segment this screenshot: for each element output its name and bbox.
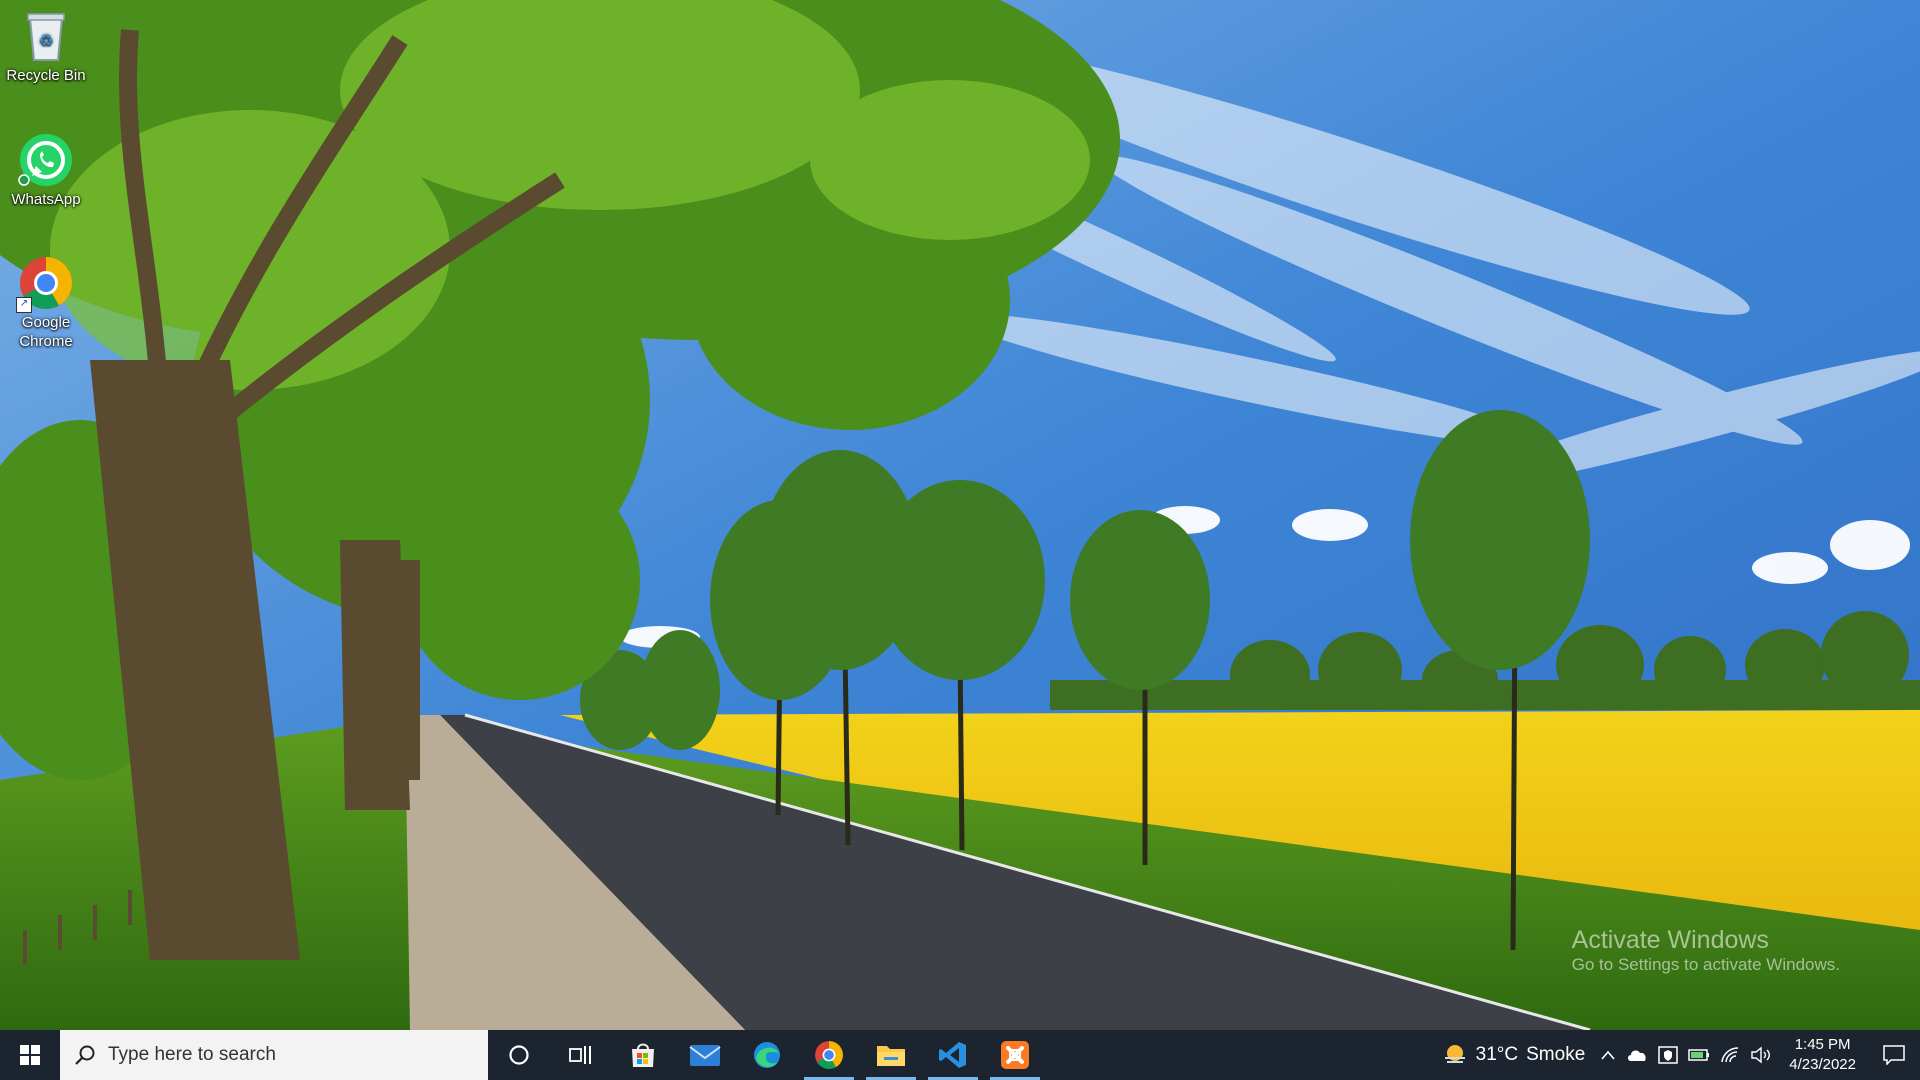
clock-date: 4/23/2022	[1789, 1056, 1856, 1073]
desktop-icon-recycle-bin[interactable]: ♻ Recycle Bin	[4, 8, 88, 85]
weather-widget[interactable]: 31°C Smoke	[1432, 1042, 1596, 1068]
desktop-icon-label: Recycle Bin	[6, 67, 86, 84]
watermark-title: Activate Windows	[1571, 926, 1769, 954]
desktop-wallpaper	[0, 0, 1920, 1030]
activate-windows-watermark: Activate Windows Go to Settings to activ…	[1572, 925, 1840, 975]
task-view-icon	[569, 1046, 591, 1064]
weather-temperature: 31°C	[1475, 1044, 1519, 1065]
taskbar: Type here to search 31°C Smoke 1:45 PM 4…	[0, 1030, 1920, 1080]
store-icon	[632, 1043, 654, 1067]
clock[interactable]: 1:45 PM 4/23/2022	[1777, 1035, 1868, 1075]
recycle-bin-icon: ♻	[18, 8, 74, 64]
network-tray-icon[interactable]	[1715, 1030, 1745, 1080]
wifi-icon	[1721, 1047, 1739, 1063]
speaker-icon	[1751, 1046, 1771, 1064]
taskbar-app-edge[interactable]	[736, 1030, 798, 1080]
svg-text:♻: ♻	[39, 31, 53, 50]
windows-logo-icon	[20, 1045, 40, 1065]
notification-icon	[1883, 1045, 1905, 1065]
watermark-subtitle: Go to Settings to activate Windows.	[1571, 955, 1840, 974]
task-view-button[interactable]	[550, 1030, 612, 1080]
haze-sun-icon	[1444, 1045, 1465, 1063]
folder-icon	[877, 1046, 905, 1066]
cortana-button[interactable]	[488, 1030, 550, 1080]
chrome-icon: ↗	[16, 255, 74, 313]
cloud-icon	[1628, 1050, 1646, 1061]
taskbar-app-chrome[interactable]	[798, 1030, 860, 1080]
taskbar-app-mail[interactable]	[674, 1030, 736, 1080]
edge-icon	[754, 1042, 780, 1068]
defender-icon	[1658, 1046, 1679, 1064]
system-tray: 31°C Smoke 1:45 PM 4/23/2022	[1432, 1030, 1920, 1080]
taskbar-app-xampp[interactable]	[984, 1030, 1046, 1080]
volume-tray-icon[interactable]	[1745, 1030, 1777, 1080]
chevron-up-icon	[1601, 1050, 1615, 1060]
weather-condition: Smoke	[1526, 1044, 1586, 1065]
battery-tray-icon[interactable]	[1683, 1030, 1715, 1080]
security-tray-icon[interactable]	[1653, 1030, 1683, 1080]
mail-icon	[689, 1045, 721, 1066]
xampp-icon	[1001, 1041, 1029, 1069]
desktop-icon-label: WhatsApp	[11, 191, 81, 208]
taskbar-app-vscode[interactable]	[922, 1030, 984, 1080]
battery-charging-icon	[1688, 1049, 1710, 1061]
desktop[interactable]: ♻ Recycle Bin WhatsApp ↗ Google Chrome A…	[0, 0, 1920, 1030]
desktop-icon-google-chrome[interactable]: ↗ Google Chrome	[4, 255, 88, 351]
chrome-icon	[815, 1041, 843, 1069]
start-button[interactable]	[0, 1030, 60, 1080]
shortcut-arrow-icon: ↗	[16, 297, 32, 313]
desktop-icon-whatsapp[interactable]: WhatsApp	[4, 132, 88, 209]
show-hidden-icons-button[interactable]	[1595, 1030, 1621, 1080]
search-icon	[75, 1045, 95, 1065]
taskbar-app-microsoft-store[interactable]	[612, 1030, 674, 1080]
desktop-icon-label: Google Chrome	[19, 314, 73, 350]
cortana-circle-icon	[509, 1045, 529, 1065]
whatsapp-icon	[18, 132, 74, 188]
onedrive-tray-icon[interactable]	[1621, 1030, 1653, 1080]
clock-time: 1:45 PM	[1794, 1036, 1851, 1053]
taskbar-app-file-explorer[interactable]	[860, 1030, 922, 1080]
notification-center-button[interactable]	[1868, 1030, 1920, 1080]
vscode-icon	[939, 1042, 966, 1068]
search-input[interactable]: Type here to search	[60, 1030, 488, 1080]
search-placeholder: Type here to search	[108, 1044, 276, 1065]
